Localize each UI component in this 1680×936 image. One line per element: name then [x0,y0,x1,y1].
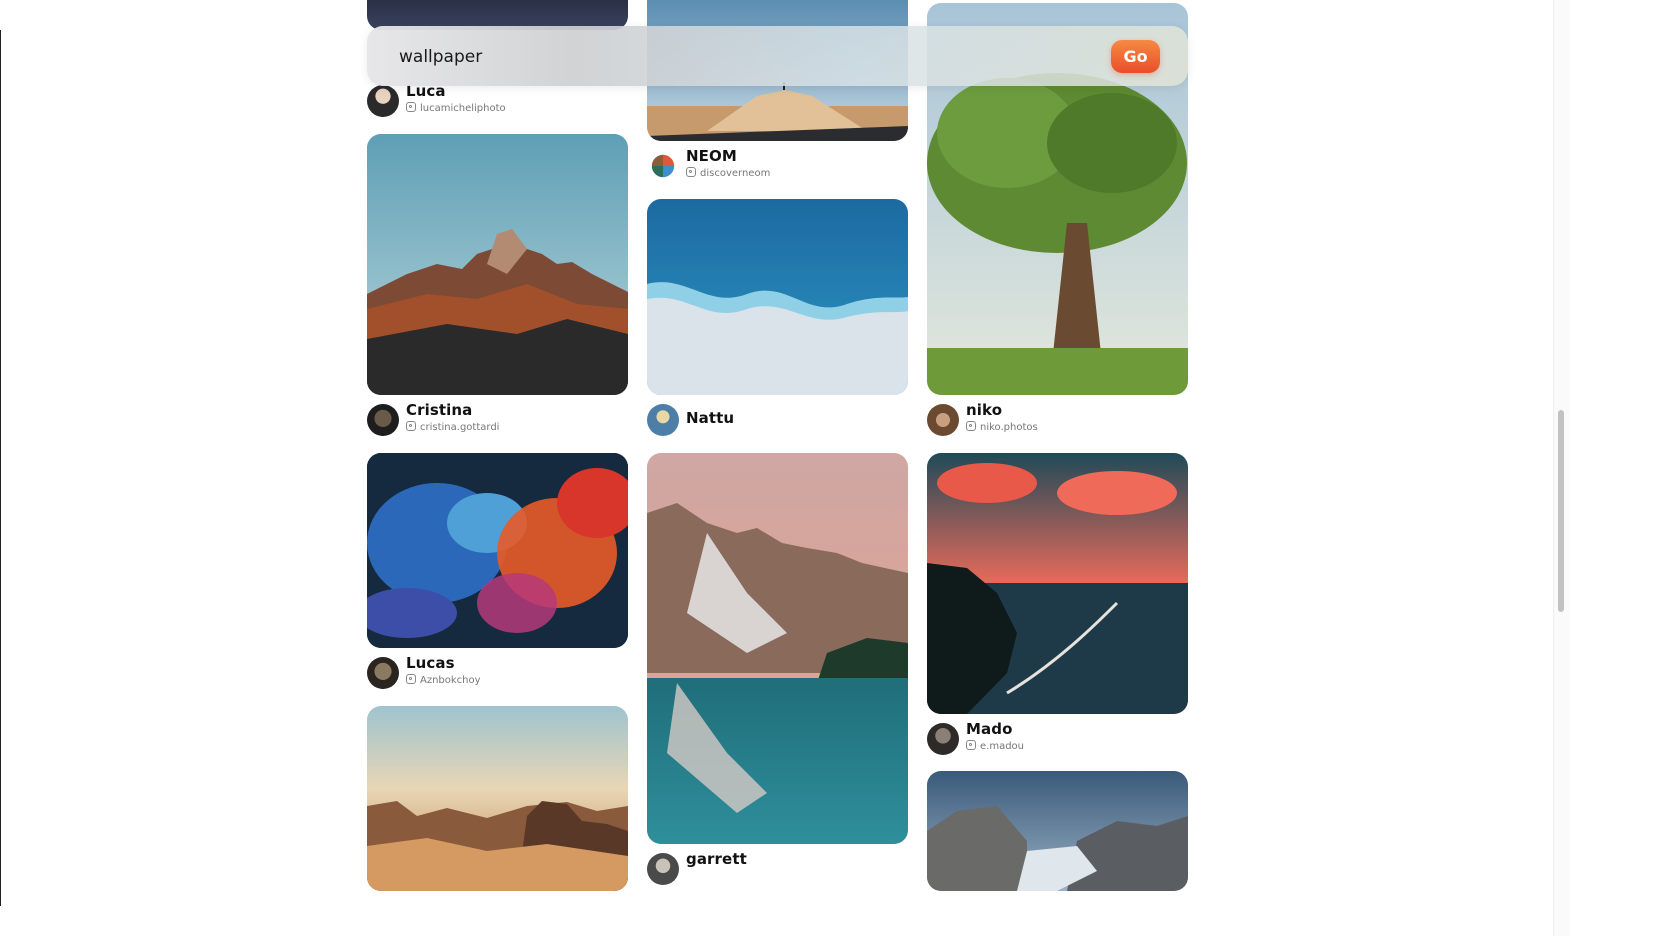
author-handle: Aznbokchoy [406,674,481,686]
author-name: NEOM [686,147,737,165]
author-name: niko [966,401,1003,419]
photo-desert-rocks[interactable] [367,706,628,891]
author-handle: niko.photos [966,421,1038,433]
mountain-lake-image [647,453,908,844]
author-name: Lucas [406,654,455,672]
instagram-icon [966,740,976,750]
photo-nattu[interactable] [647,199,908,395]
mountain-image [367,134,628,395]
search-bar: Go [367,26,1188,86]
avatar [927,723,959,755]
author-name: Nattu [686,409,735,427]
avatar [647,404,679,436]
author-luca[interactable]: Luca lucamicheliphoto [367,82,628,118]
author-cristina[interactable]: Cristina cristina.gottardi [367,401,628,437]
instagram-icon [966,421,976,431]
author-name: garrett [686,850,747,868]
author-mado[interactable]: Mado e.madou [927,720,1188,756]
avatar [651,154,675,178]
photo-mado[interactable] [927,453,1188,714]
photo-lucas[interactable] [367,453,628,648]
ink-image [367,453,628,648]
avatar [927,404,959,436]
photo-garrett[interactable] [647,453,908,844]
desert-image [367,706,628,891]
author-lucas[interactable]: Lucas Aznbokchoy [367,654,628,690]
author-nattu[interactable]: Nattu [647,403,908,437]
author-handle: discoverneom [686,167,770,179]
avatar [367,404,399,436]
search-input[interactable] [397,41,1101,73]
author-name: Mado [966,720,1013,738]
scrollbar-thumb[interactable] [1558,410,1564,612]
instagram-icon [406,102,416,112]
window-edge [0,30,1,906]
go-button[interactable]: Go [1111,40,1160,73]
author-neom[interactable]: NEOM discoverneom [647,147,908,183]
ocean-image [647,199,908,395]
sunset-lake-image [927,453,1188,714]
author-garrett[interactable]: garrett [647,850,908,886]
instagram-icon [406,421,416,431]
author-handle: cristina.gottardi [406,421,499,433]
author-handle: lucamicheliphoto [406,102,506,114]
instagram-icon [686,167,696,177]
avatar [367,85,399,117]
avatar [367,657,399,689]
avatar [647,853,679,885]
photo-yosemite[interactable] [927,771,1188,891]
author-niko[interactable]: niko niko.photos [927,401,1188,437]
scrollbar[interactable] [1553,0,1570,936]
author-name: Cristina [406,401,473,419]
instagram-icon [406,674,416,684]
valley-image [927,771,1188,891]
photo-cristina[interactable] [367,134,628,395]
author-handle: e.madou [966,740,1024,752]
